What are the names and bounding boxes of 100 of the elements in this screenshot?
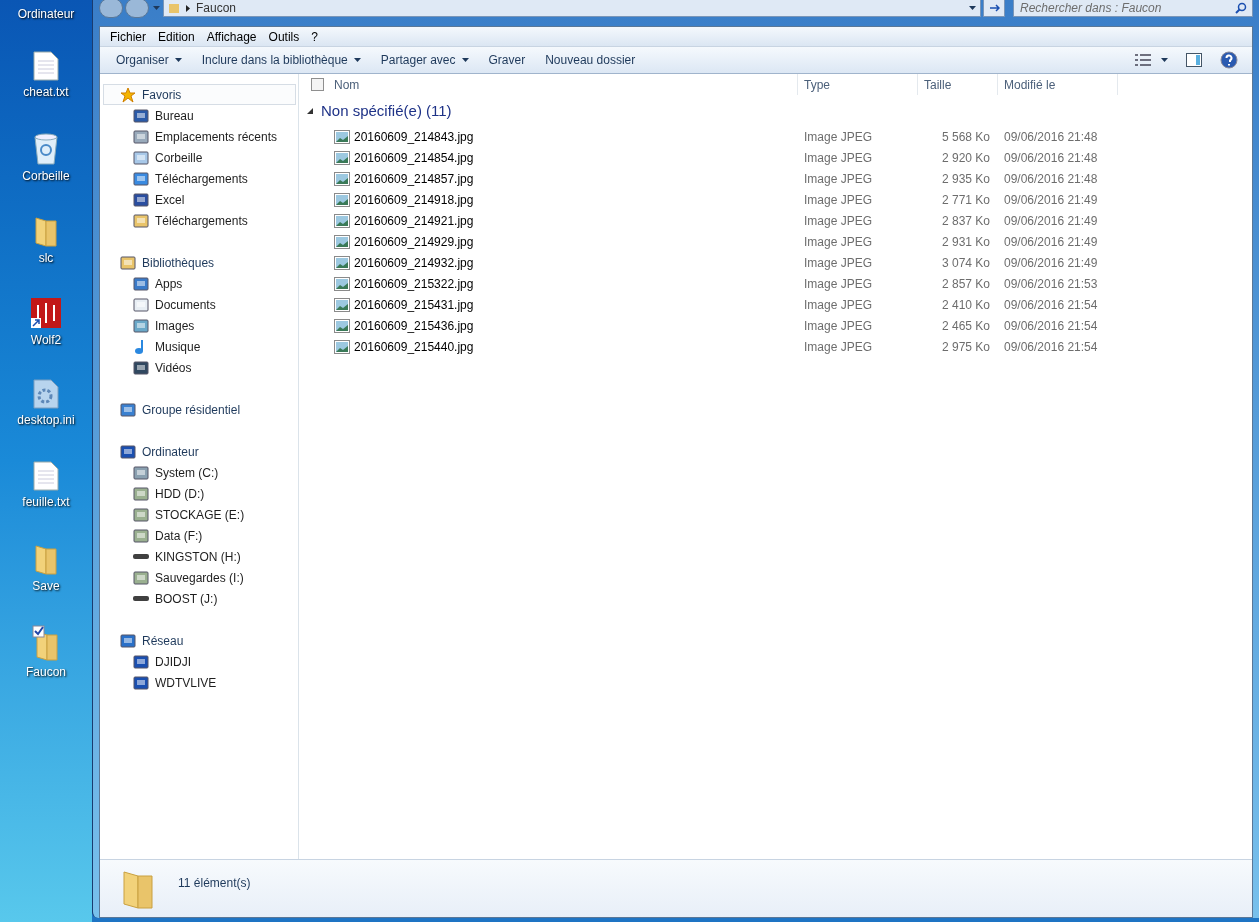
navigation-item-label: WDTVLIVE (155, 674, 217, 692)
navigation-item[interactable]: STOCKAGE (E:) (103, 504, 296, 525)
desktop-icon-label[interactable]: desktop.ini (17, 411, 75, 429)
file-name: 20160609_215322.jpg (354, 275, 474, 293)
navigation-item[interactable]: Musique (103, 336, 296, 357)
file-row[interactable]: 20160609_215431.jpg Image JPEG 2 410 Ko 09/06/2016 21:54 (299, 294, 1252, 315)
select-all-checkbox[interactable] (311, 78, 324, 91)
navigation-item[interactable]: Documents (103, 294, 296, 315)
file-row[interactable]: 20160609_214921.jpg Image JPEG 2 837 Ko 09/06/2016 21:49 (299, 210, 1252, 231)
caret-icon (174, 58, 182, 62)
usb-drive-icon (133, 554, 149, 559)
computer-icon (133, 653, 149, 670)
navigation-item[interactable]: DJIDJI (103, 651, 296, 672)
group-header[interactable]: Non spécifié(e) (11) (321, 99, 452, 123)
navigation-header[interactable]: Bibliothèques (103, 252, 296, 273)
toolbar-button[interactable]: Graver (480, 49, 534, 71)
app-shortcut-icon (30, 297, 62, 329)
caret-icon (969, 6, 976, 10)
image-file-icon (334, 171, 350, 186)
image-file-icon (334, 150, 350, 165)
navigation-item-label: Excel (155, 191, 185, 209)
toolbar-button[interactable]: Organiser (108, 49, 190, 71)
image-file-icon (334, 234, 350, 249)
help-icon (1220, 51, 1238, 69)
toolbar-button[interactable]: Nouveau dossier (537, 49, 644, 71)
toolbar-button[interactable]: Partager avec (372, 49, 477, 71)
navigation-item-label: Téléchargements (155, 170, 248, 188)
item-count: 11 élément(s) (178, 874, 251, 892)
file-row[interactable]: 20160609_214932.jpg Image JPEG 3 074 Ko 09/06/2016 21:49 (299, 252, 1252, 273)
navigation-item[interactable]: KINGSTON (H:) (103, 546, 296, 567)
navigation-header[interactable]: Groupe résidentiel (103, 399, 296, 420)
file-name: 20160609_214932.jpg (354, 254, 474, 272)
column-header[interactable]: Nom (334, 75, 360, 94)
file-row[interactable]: 20160609_215436.jpg Image JPEG 2 465 Ko 09/06/2016 21:54 (299, 315, 1252, 336)
navigation-header-label: Favoris (142, 86, 182, 104)
file-modified-date: 09/06/2016 21:49 (1003, 191, 1099, 209)
file-name: 20160609_215431.jpg (354, 296, 474, 314)
navigation-item[interactable]: Bureau (103, 105, 296, 126)
navigation-item-label: Data (F:) (155, 527, 203, 545)
file-row[interactable]: 20160609_214857.jpg Image JPEG 2 935 Ko 09/06/2016 21:48 (299, 168, 1252, 189)
navigation-item[interactable]: Data (F:) (103, 525, 296, 546)
navigation-item[interactable]: HDD (D:) (103, 483, 296, 504)
navigation-header-label: Ordinateur (142, 443, 199, 461)
image-file-icon (334, 213, 350, 228)
file-row[interactable]: 20160609_214854.jpg Image JPEG 2 920 Ko 09/06/2016 21:48 (299, 147, 1252, 168)
navigation-item[interactable]: Apps (103, 273, 296, 294)
search-icon (1235, 2, 1247, 14)
navigation-header[interactable]: Ordinateur (103, 441, 296, 462)
navigation-item[interactable]: System (C:) (103, 462, 296, 483)
navigation-item[interactable]: Vidéos (103, 357, 296, 378)
file-name: 20160609_215436.jpg (354, 317, 474, 335)
navigation-item[interactable]: Images (103, 315, 296, 336)
navigation-header[interactable]: Favoris (103, 84, 296, 105)
column-header[interactable]: Taille (924, 75, 952, 94)
navigation-item[interactable]: Téléchargements (103, 168, 296, 189)
file-row[interactable]: 20160609_214918.jpg Image JPEG 2 771 Ko 09/06/2016 21:49 (299, 189, 1252, 210)
navigation-item-label: System (C:) (155, 464, 219, 482)
navigation-item-label: Documents (155, 296, 216, 314)
navigation-item[interactable]: Téléchargements (103, 210, 296, 231)
preview-pane-icon (1186, 53, 1202, 67)
menu-item[interactable]: Edition (152, 27, 201, 46)
navigation-item[interactable]: Emplacements récents (103, 126, 296, 147)
navigation-header[interactable]: Réseau (103, 630, 296, 651)
menu-item[interactable]: Fichier (104, 27, 152, 46)
refresh-button[interactable] (983, 0, 1005, 17)
file-row[interactable]: 20160609_214929.jpg Image JPEG 2 931 Ko 09/06/2016 21:49 (299, 231, 1252, 252)
navigation-item[interactable]: Excel (103, 189, 296, 210)
address-field[interactable]: Faucon (163, 0, 981, 17)
file-type: Image JPEG (803, 212, 874, 230)
toolbar-button[interactable]: Inclure dans la bibliothèque (193, 49, 369, 71)
column-header[interactable]: Modifié le (1004, 75, 1056, 94)
file-name: 20160609_214854.jpg (354, 149, 474, 167)
navigation-item[interactable]: Sauvegardes (I:) (103, 567, 296, 588)
navigation-item[interactable]: WDTVLIVE (103, 672, 296, 693)
desktop-icon-label[interactable]: slc (38, 249, 54, 267)
desktop-icon-label[interactable]: cheat.txt (23, 83, 69, 101)
navigation-item-label: HDD (D:) (155, 485, 205, 503)
menu-item[interactable]: Outils (262, 27, 306, 46)
column-header[interactable]: Type (804, 75, 830, 94)
file-size: 2 975 Ko (940, 338, 991, 356)
file-size: 2 771 Ko (940, 191, 991, 209)
desktop-icon-label[interactable]: Corbeille (22, 167, 70, 185)
desktop-icon-label[interactable]: Wolf2 (30, 331, 62, 349)
desktop-icon-label[interactable]: Ordinateur (17, 5, 75, 23)
file-row[interactable]: 20160609_215440.jpg Image JPEG 2 975 Ko 09/06/2016 21:54 (299, 336, 1252, 357)
collapse-triangle-icon[interactable] (307, 108, 313, 114)
navigation-item[interactable]: Corbeille (103, 147, 296, 168)
computer-icon (120, 443, 136, 460)
file-size: 2 935 Ko (940, 170, 991, 188)
navigation-item-label: Bureau (155, 107, 194, 125)
file-row[interactable]: 20160609_215322.jpg Image JPEG 2 857 Ko 09/06/2016 21:53 (299, 273, 1252, 294)
menu-item[interactable]: Affichage (200, 27, 263, 46)
file-modified-date: 09/06/2016 21:48 (1003, 170, 1099, 188)
search-field[interactable]: Rechercher dans : Faucon (1013, 0, 1253, 17)
navigation-item[interactable]: BOOST (J:) (103, 588, 296, 609)
file-name: 20160609_214921.jpg (354, 212, 474, 230)
menu-item[interactable]: ? (305, 27, 324, 46)
file-modified-date: 09/06/2016 21:54 (1003, 338, 1099, 356)
file-row[interactable]: 20160609_214843.jpg Image JPEG 5 568 Ko 09/06/2016 21:48 (299, 126, 1252, 147)
image-file-icon (334, 276, 350, 291)
